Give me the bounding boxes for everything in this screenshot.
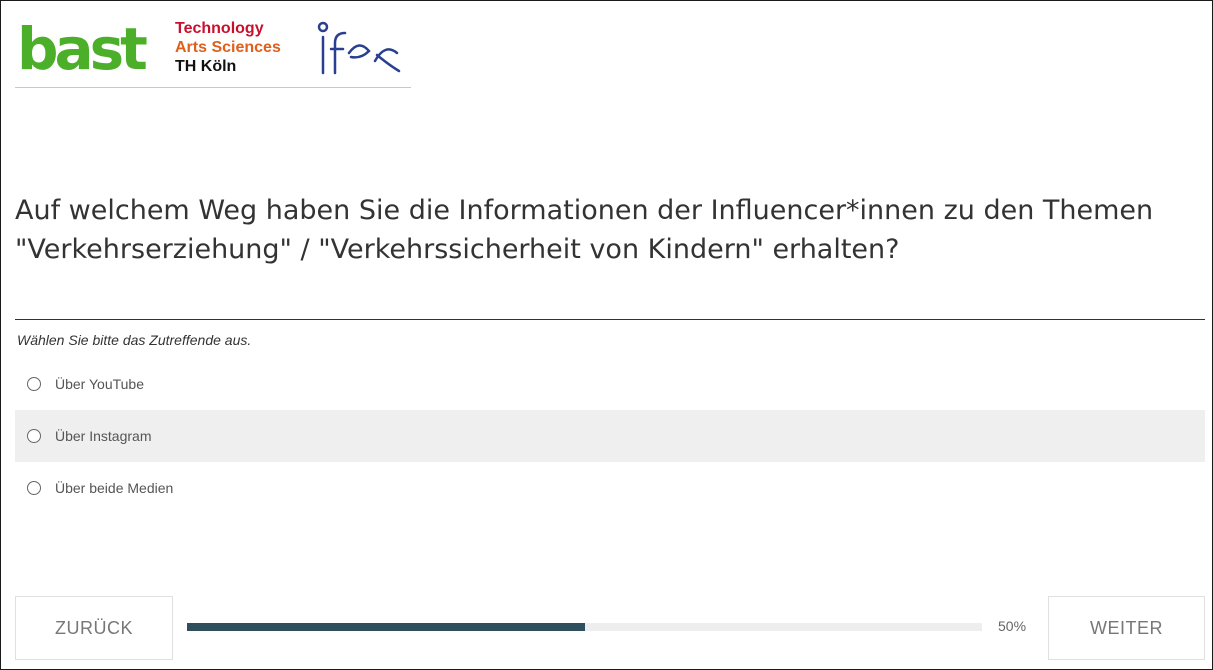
progress-bar [187, 623, 982, 631]
option-beide-medien[interactable]: Über beide Medien [15, 462, 1205, 514]
bast-logo: bast [17, 15, 148, 83]
option-label: Über YouTube [55, 376, 144, 392]
th-logo-line3: TH Köln [175, 58, 237, 75]
radio-icon[interactable] [27, 481, 41, 495]
option-instagram[interactable]: Über Instagram [15, 410, 1205, 462]
option-youtube[interactable]: Über YouTube [15, 358, 1205, 410]
progress-bar-fill [187, 623, 585, 631]
survey-footer: ZURÜCK 50% WEITER [15, 596, 1205, 662]
option-label: Über beide Medien [55, 480, 174, 496]
question-divider [15, 319, 1205, 320]
header-logos: bast Technology Arts Sciences TH Köln [15, 15, 411, 88]
progress-percent: 50% [998, 618, 1027, 634]
radio-icon[interactable] [27, 377, 41, 391]
back-button[interactable]: ZURÜCK [15, 596, 173, 660]
survey-page: bast Technology Arts Sciences TH Köln Au… [0, 0, 1213, 670]
ifes-logo [317, 21, 401, 75]
th-logo-line1: Technology [175, 20, 264, 37]
question-title: Auf welchem Weg haben Sie die Informatio… [15, 195, 1154, 265]
question-help-text: Wählen Sie bitte das Zutreffende aus. [17, 332, 252, 348]
answer-options: Über YouTube Über Instagram Über beide M… [15, 358, 1205, 514]
th-logo-line2: Arts Sciences [175, 39, 281, 56]
th-koeln-logo: Technology Arts Sciences TH Köln [175, 19, 281, 76]
option-label: Über Instagram [55, 428, 152, 444]
radio-icon[interactable] [27, 429, 41, 443]
next-button[interactable]: WEITER [1048, 596, 1205, 660]
